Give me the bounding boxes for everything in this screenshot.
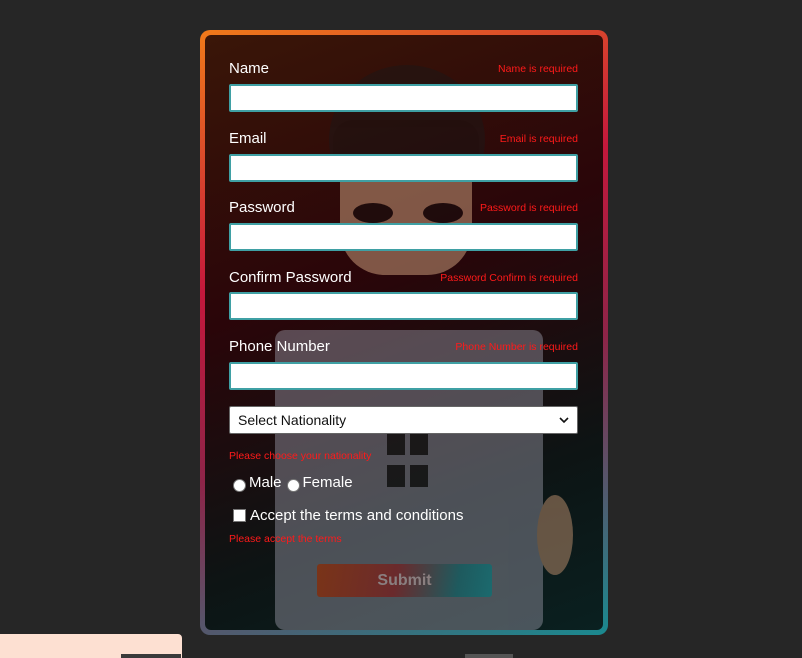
email-field: Email Email is required (229, 130, 578, 182)
confirm-password-label: Confirm Password (229, 269, 352, 286)
confirm-password-error: Password Confirm is required (440, 272, 578, 284)
nationality-selected: Select Nationality (238, 412, 347, 428)
male-label: Male (249, 474, 282, 491)
password-label: Password (229, 199, 295, 216)
male-radio[interactable] (233, 479, 246, 492)
bottom-strip (465, 654, 513, 658)
terms-error: Please accept the terms (229, 533, 342, 545)
email-input[interactable] (229, 154, 578, 182)
password-error: Password is required (479, 202, 578, 214)
name-error: Name is required (498, 63, 578, 75)
phone-input[interactable] (229, 362, 578, 390)
bottom-strip (121, 654, 181, 658)
confirm-password-field: Confirm Password Password Confirm is req… (229, 269, 578, 320)
nationality-error: Please choose your nationality (229, 450, 372, 462)
phone-label: Phone Number (229, 338, 330, 355)
email-error: Email is required (499, 133, 578, 145)
confirm-password-input[interactable] (229, 292, 578, 320)
name-field: Name Name is required (229, 60, 578, 112)
chevron-down-icon (559, 417, 569, 424)
phone-field: Phone Number Phone Number is required (229, 338, 578, 390)
name-label: Name (229, 60, 270, 77)
submit-button[interactable]: Submit (317, 564, 492, 597)
terms-label: Accept the terms and conditions (250, 507, 464, 524)
female-radio[interactable] (286, 479, 300, 492)
phone-error: Phone Number is required (455, 341, 578, 353)
name-input[interactable] (229, 84, 578, 112)
nationality-select[interactable]: Select Nationality (229, 406, 578, 434)
registration-card: Name Name is required Email Email is req… (200, 30, 608, 635)
terms-row: Accept the terms and conditions (233, 507, 463, 524)
password-field: Password Password is required (229, 199, 578, 251)
password-input[interactable] (229, 223, 578, 251)
female-label: Female (302, 474, 353, 491)
gender-group: Male Female (233, 473, 353, 492)
terms-checkbox[interactable] (233, 509, 246, 522)
email-label: Email (229, 130, 267, 147)
form-panel: Name Name is required Email Email is req… (205, 35, 603, 630)
